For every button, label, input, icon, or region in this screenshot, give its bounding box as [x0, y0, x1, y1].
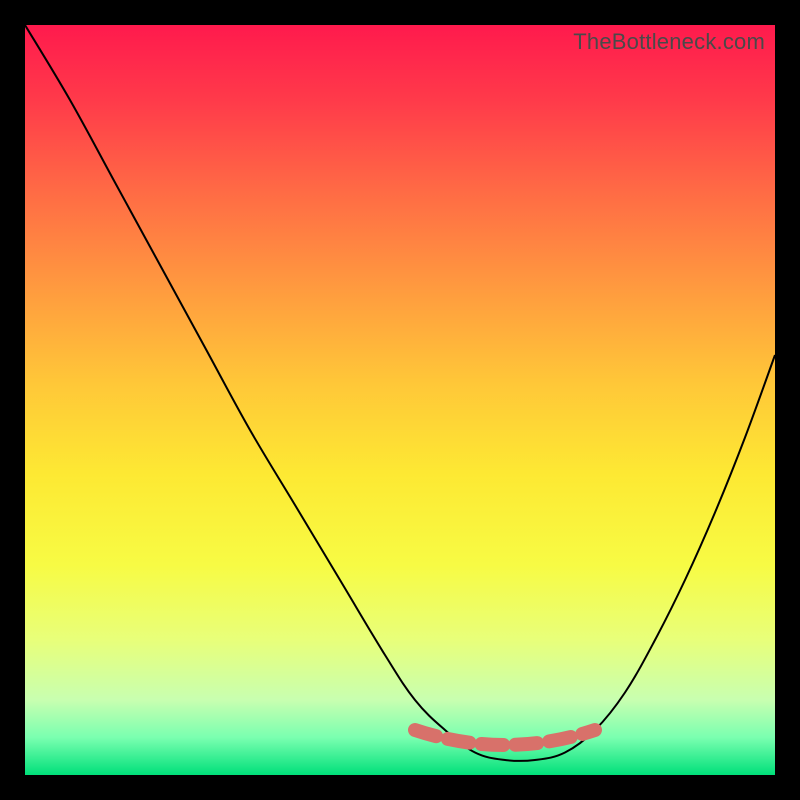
watermark-text: TheBottleneck.com	[573, 29, 765, 55]
chart-frame: TheBottleneck.com	[25, 25, 775, 775]
bottleneck-curve	[25, 25, 775, 761]
optimal-range-highlight	[415, 730, 595, 745]
chart-svg	[25, 25, 775, 775]
